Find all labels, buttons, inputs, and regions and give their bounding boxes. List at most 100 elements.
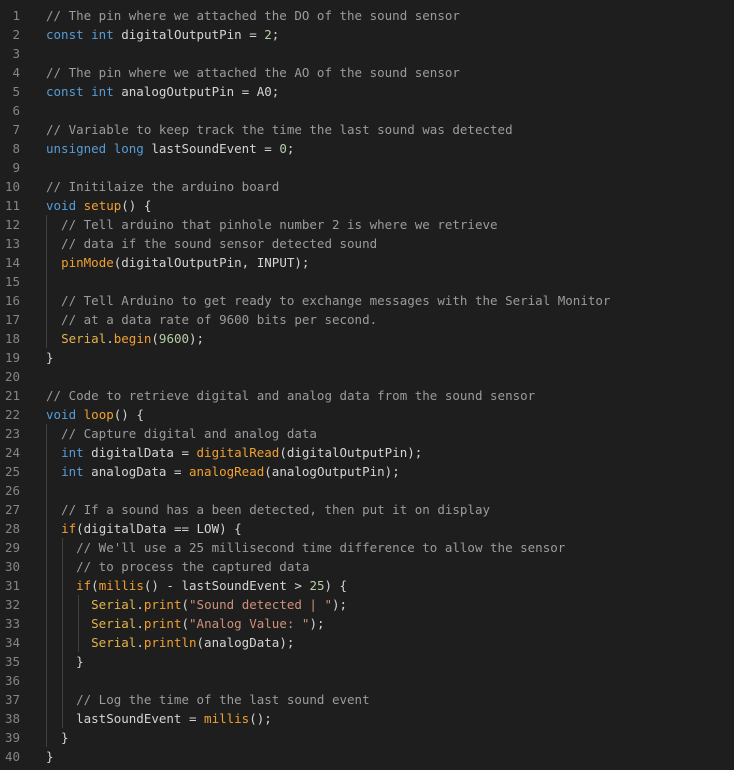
code-token: . xyxy=(136,635,144,650)
line-content: Serial.begin(9600); xyxy=(46,329,204,348)
code-line[interactable]: 2 const int digitalOutputPin = 2; xyxy=(0,25,734,44)
code-line[interactable]: 5 const int analogOutputPin = A0; xyxy=(0,82,734,101)
line-number: 32 xyxy=(4,597,20,612)
code-token: begin xyxy=(113,331,152,346)
line-number: 2 xyxy=(12,27,20,42)
code-line[interactable]: 24 int digitalData = digitalRead(digital… xyxy=(0,443,734,462)
code-line[interactable]: 34 Serial.println(analogData); xyxy=(0,633,734,652)
code-line[interactable]: 26 xyxy=(0,481,734,500)
line-content: } xyxy=(46,747,54,766)
code-line[interactable]: 16 // Tell Arduino to get ready to excha… xyxy=(0,291,734,310)
line-number: 3 xyxy=(12,46,20,61)
code-line[interactable]: 8 unsigned long lastSoundEvent = 0; xyxy=(0,139,734,158)
line-number: 10 xyxy=(4,179,20,194)
code-token: } xyxy=(46,730,69,745)
code-token: () - lastSoundEvent > xyxy=(143,578,310,593)
code-token: // The pin where we attached the DO of t… xyxy=(46,8,460,23)
code-token: (); xyxy=(249,711,272,726)
code-token: ( xyxy=(181,616,190,631)
line-content: lastSoundEvent = millis(); xyxy=(46,709,272,728)
indent-guide xyxy=(46,272,47,291)
line-content: // Tell Arduino to get ready to exchange… xyxy=(46,291,610,310)
code-line[interactable]: 39 } xyxy=(0,728,734,747)
code-line[interactable]: 20 xyxy=(0,367,734,386)
code-token: const int xyxy=(46,27,114,42)
code-token: ) { xyxy=(324,578,348,593)
code-line[interactable]: 23 // Capture digital and analog data xyxy=(0,424,734,443)
line-content: const int analogOutputPin = A0; xyxy=(46,82,279,101)
code-line[interactable]: 25 int analogData = analogRead(analogOut… xyxy=(0,462,734,481)
code-line[interactable]: 21 // Code to retrieve digital and analog… xyxy=(0,386,734,405)
code-line[interactable]: 7 // Variable to keep track the time the … xyxy=(0,120,734,139)
code-token: lastSoundEvent = xyxy=(143,141,280,156)
line-number: 24 xyxy=(4,445,20,460)
code-token: } xyxy=(46,654,84,669)
code-token: Serial xyxy=(91,616,137,631)
code-token: ( xyxy=(181,597,190,612)
code-line[interactable]: 40} xyxy=(0,747,734,766)
code-line[interactable]: 32 Serial.print("Sound detected | "); xyxy=(0,595,734,614)
line-number: 9 xyxy=(12,160,20,175)
code-line[interactable]: 15 xyxy=(0,272,734,291)
code-token: ; xyxy=(286,141,295,156)
line-content: // Variable to keep track the time the l… xyxy=(46,120,513,139)
code-line[interactable]: 18 Serial.begin(9600); xyxy=(0,329,734,348)
line-content: // Code to retrieve digital and analog d… xyxy=(46,386,535,405)
code-line[interactable]: 29 // We'll use a 25 millisecond time di… xyxy=(0,538,734,557)
code-line[interactable]: 37 // Log the time of the last sound eve… xyxy=(0,690,734,709)
code-token: analogOutputPin = A0; xyxy=(113,84,280,99)
code-line[interactable]: 31 if(millis() - lastSoundEvent > 25) { xyxy=(0,576,734,595)
code-token: } xyxy=(46,749,54,764)
code-line[interactable]: 33 Serial.print("Analog Value: "); xyxy=(0,614,734,633)
code-line[interactable]: 1 // The pin where we attached the DO of … xyxy=(0,6,734,25)
code-line[interactable]: 4 // The pin where we attached the AO of … xyxy=(0,63,734,82)
code-line[interactable]: 9 xyxy=(0,158,734,177)
code-line[interactable]: 3 xyxy=(0,44,734,63)
code-token: // The pin where we attached the AO of t… xyxy=(46,65,460,80)
code-line[interactable]: 10 // Initilaize the arduino board xyxy=(0,177,734,196)
line-number: 40 xyxy=(4,749,20,764)
line-content: int digitalData = digitalRead(digitalOut… xyxy=(46,443,422,462)
code-line[interactable]: 22 void loop() { xyxy=(0,405,734,424)
code-line[interactable]: 12 // Tell arduino that pinhole number 2… xyxy=(0,215,734,234)
code-line[interactable]: 13 // data if the sound sensor detected … xyxy=(0,234,734,253)
code-line[interactable]: 11 void setup() { xyxy=(0,196,734,215)
code-line[interactable]: 28 if(digitalData == LOW) { xyxy=(0,519,734,538)
code-token: if xyxy=(76,578,92,593)
code-token: // Initilaize the arduino board xyxy=(46,179,280,194)
code-token: // to process the captured data xyxy=(46,559,310,574)
line-number: 25 xyxy=(4,464,20,479)
code-line[interactable]: 30 // to process the captured data xyxy=(0,557,734,576)
code-line[interactable]: 38 lastSoundEvent = millis(); xyxy=(0,709,734,728)
line-number: 20 xyxy=(4,369,20,384)
code-token: Serial xyxy=(61,331,107,346)
line-number: 22 xyxy=(4,407,20,422)
code-line[interactable]: 17 // at a data rate of 9600 bits per se… xyxy=(0,310,734,329)
code-area[interactable]: 1 // The pin where we attached the DO of … xyxy=(0,6,734,766)
line-number: 13 xyxy=(4,236,20,251)
code-line[interactable]: 27 // If a sound has a been detected, th… xyxy=(0,500,734,519)
code-line[interactable]: 19} xyxy=(0,348,734,367)
code-token: digitalRead xyxy=(196,445,280,460)
indent-guide xyxy=(62,671,63,690)
code-token: ); xyxy=(309,616,325,631)
line-number: 30 xyxy=(4,559,20,574)
code-token: Serial xyxy=(91,635,137,650)
code-line[interactable]: 6 xyxy=(0,101,734,120)
line-content: } xyxy=(46,348,54,367)
code-line[interactable]: 36 xyxy=(0,671,734,690)
line-content: const int digitalOutputPin = 2; xyxy=(46,25,279,44)
code-token: // at a data rate of 9600 bits per secon… xyxy=(46,312,378,327)
code-token: (analogData); xyxy=(196,635,295,650)
code-editor[interactable]: 1 // The pin where we attached the DO of … xyxy=(0,0,734,770)
code-token: // Capture digital and analog data xyxy=(46,426,317,441)
code-token: 0 xyxy=(279,141,287,156)
code-token: print xyxy=(143,616,182,631)
code-line[interactable]: 35 } xyxy=(0,652,734,671)
code-token: void xyxy=(46,407,77,422)
code-token: (digitalData == LOW) { xyxy=(76,521,242,536)
line-number: 26 xyxy=(4,483,20,498)
code-line[interactable]: 14 pinMode(digitalOutputPin, INPUT); xyxy=(0,253,734,272)
